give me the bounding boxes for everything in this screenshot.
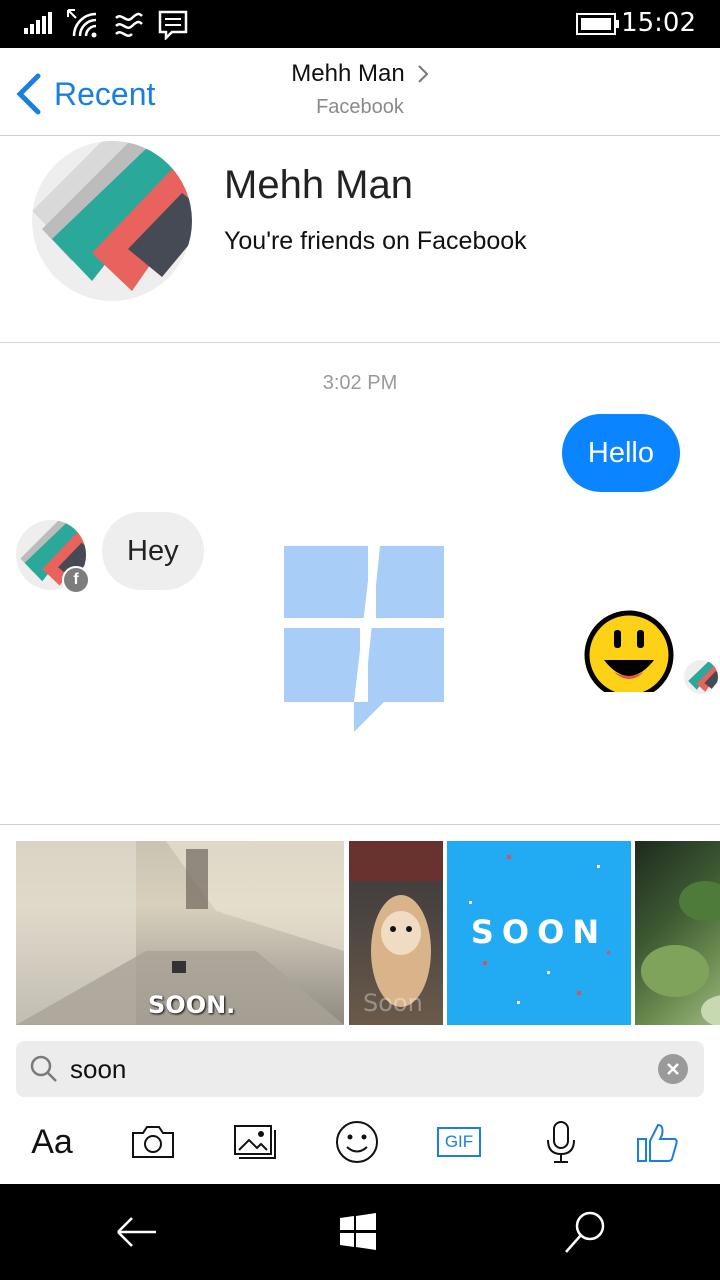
gif-result[interactable]: SOON xyxy=(447,841,631,1025)
gif-search-bar[interactable] xyxy=(16,1041,704,1097)
gif-icon: GIF xyxy=(437,1127,481,1157)
text-format-icon: Aa xyxy=(31,1122,73,1161)
search-icon[interactable] xyxy=(560,1208,608,1256)
smiley-emoji-icon[interactable] xyxy=(584,610,674,692)
search-icon xyxy=(30,1055,57,1082)
avatar[interactable] xyxy=(32,141,192,301)
microphone-icon xyxy=(547,1121,575,1163)
text-format-button[interactable]: Aa xyxy=(24,1115,80,1169)
clear-search-button[interactable] xyxy=(658,1054,688,1084)
friendship-status: You're friends on Facebook xyxy=(224,227,527,255)
gallery-button[interactable] xyxy=(227,1115,283,1169)
composer-toolbar: Aa GIF xyxy=(0,1115,720,1169)
status-bar: 15:02 xyxy=(0,0,720,48)
signal-icon xyxy=(24,12,52,34)
gif-caption: SOON. xyxy=(148,991,236,1019)
chevron-right-icon xyxy=(417,65,429,83)
cellular-data-icon xyxy=(115,12,143,37)
wifi-icon xyxy=(67,9,97,38)
gif-caption: Soon xyxy=(363,989,423,1017)
message-notification-icon xyxy=(158,10,188,40)
like-icon xyxy=(637,1123,678,1162)
emoji-button[interactable] xyxy=(329,1115,385,1169)
gif-result[interactable]: SOON. xyxy=(16,841,344,1025)
outgoing-message[interactable]: Hello xyxy=(561,414,680,492)
facebook-badge-icon: f xyxy=(62,566,90,594)
contact-source: Facebook xyxy=(316,96,404,118)
gif-results[interactable]: SOON. Soon SOON xyxy=(16,841,720,1025)
back-icon[interactable] xyxy=(112,1208,160,1256)
contact-title[interactable]: Mehh Man Facebook xyxy=(0,60,720,119)
composer-panel: SOON. Soon SOON soon Aa GIF xyxy=(0,824,720,1184)
clock: 15:02 xyxy=(621,8,696,38)
like-button[interactable] xyxy=(630,1115,686,1169)
gif-caption: SOON xyxy=(470,913,608,951)
close-icon xyxy=(667,1063,679,1075)
gif-result[interactable] xyxy=(635,841,720,1025)
seen-indicator-avatar xyxy=(684,660,718,694)
camera-icon xyxy=(132,1126,174,1158)
gif-result[interactable]: Soon xyxy=(349,841,443,1025)
contact-name: Mehh Man xyxy=(291,60,405,87)
emoji-icon xyxy=(336,1121,378,1163)
gallery-icon xyxy=(234,1125,276,1159)
battery-icon xyxy=(576,13,619,35)
voice-button[interactable] xyxy=(533,1115,589,1169)
contact-profile: Mehh Man You're friends on Facebook xyxy=(0,137,720,343)
conversation-header: Recent Mehh Man Facebook xyxy=(0,48,720,136)
gif-button[interactable]: GIF xyxy=(431,1115,487,1169)
camera-button[interactable] xyxy=(125,1115,181,1169)
message-timestamp: 3:02 PM xyxy=(322,372,398,394)
profile-name: Mehh Man xyxy=(224,163,413,207)
system-nav-bar xyxy=(0,1184,720,1280)
incoming-message[interactable]: Hey xyxy=(102,512,204,590)
gif-search-input[interactable] xyxy=(70,1049,630,1089)
messaging-logo-icon xyxy=(284,546,444,732)
windows-start-icon[interactable] xyxy=(334,1208,382,1256)
